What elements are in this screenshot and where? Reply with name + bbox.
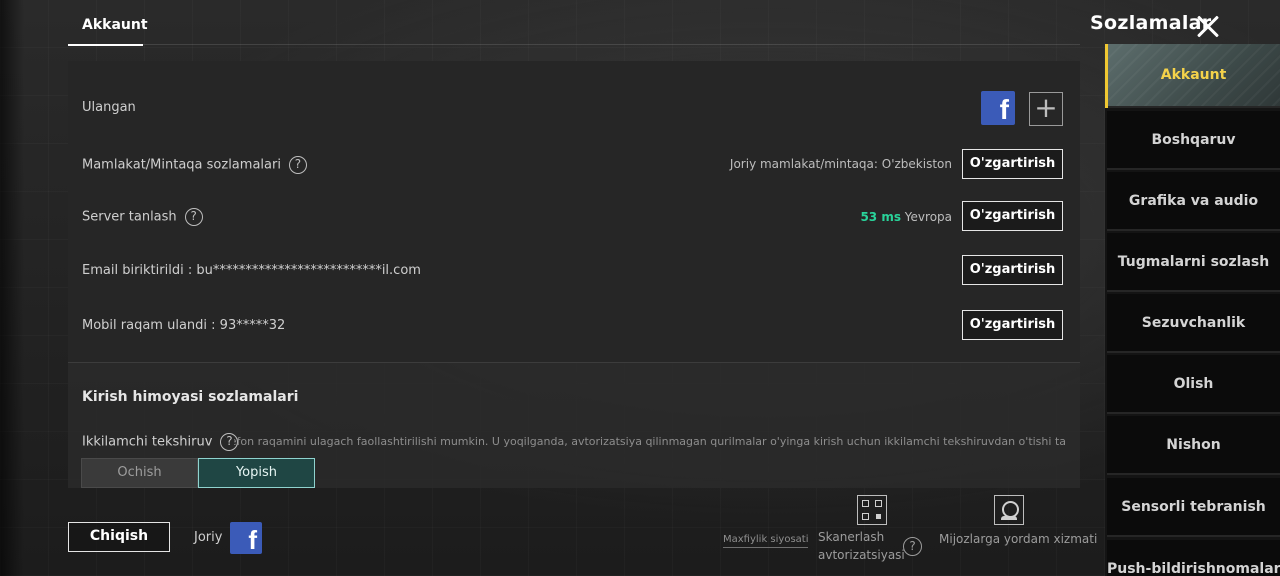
region-row: Mamlakat/Mintaqa sozlamalari?	[82, 156, 307, 174]
nav-item-vibration[interactable]: Sensorli tebranish	[1107, 478, 1280, 537]
facebook-icon: f	[230, 522, 262, 555]
current-account-label: Joriy	[194, 530, 223, 545]
server-row: Server tanlash?	[82, 208, 203, 226]
verify-row: Ikkilamchi tekshiruv?	[82, 433, 239, 451]
toggle-open[interactable]: Ochish	[81, 458, 198, 488]
title-underline	[68, 44, 1080, 46]
qr-scan-icon[interactable]	[857, 495, 887, 525]
scan-label[interactable]: Skanerlash avtorizatsiyasi	[818, 528, 905, 564]
plus-icon[interactable]: +	[1029, 92, 1063, 126]
privacy-link[interactable]: Maxfiylik siyosati	[723, 534, 809, 548]
nav-item-buttons[interactable]: Tugmalarni sozlash	[1107, 233, 1280, 292]
nav-item-graphics-audio[interactable]: Grafika va audio	[1107, 172, 1280, 231]
account-section: Ulangan f + Mamlakat/Mintaqa sozlamalari…	[68, 61, 1080, 363]
phone-change-button[interactable]: O'zgartirish	[962, 310, 1063, 340]
facebook-icon[interactable]: f	[981, 91, 1015, 125]
region-change-button[interactable]: O'zgartirish	[962, 149, 1063, 179]
server-info: 53 ms Yevropa	[860, 210, 952, 224]
nav-item-scope[interactable]: Nishon	[1107, 416, 1280, 475]
page-title: Akkaunt	[82, 17, 148, 33]
nav-item-sensitivity[interactable]: Sezuvchanlik	[1107, 294, 1280, 353]
settings-nav: Akkaunt Boshqaruv Grafika va audio Tugma…	[1105, 44, 1280, 576]
nav-active-indicator	[1105, 44, 1108, 108]
support-label[interactable]: Mijozlarga yordam xizmati	[939, 532, 1097, 546]
linked-label: Ulangan	[82, 100, 136, 115]
nav-item-controls[interactable]: Boshqaruv	[1107, 111, 1280, 170]
phone-label: Mobil raqam ulandi : 93*****32	[82, 318, 286, 333]
verify-label: Ikkilamchi tekshiruv	[82, 434, 213, 450]
login-protection-title: Kirish himoyasi sozlamalari	[82, 389, 299, 405]
server-change-button[interactable]: O'zgartirish	[962, 201, 1063, 231]
support-icon[interactable]	[994, 495, 1024, 525]
nav-item-pickup[interactable]: Olish	[1107, 355, 1280, 414]
server-ping: 53 ms	[860, 210, 901, 224]
logout-button[interactable]: Chiqish	[68, 522, 170, 552]
email-label: Email biriktirildi : bu*****************…	[82, 263, 421, 278]
region-current: Joriy mamlakat/mintaqa: O'zbekiston	[729, 157, 952, 171]
region-label: Mamlakat/Mintaqa sozlamalari	[82, 157, 281, 173]
email-change-button[interactable]: O'zgartirish	[962, 255, 1063, 285]
left-shadow	[0, 0, 24, 576]
help-icon[interactable]: ?	[903, 537, 922, 556]
help-icon[interactable]: ?	[184, 208, 203, 226]
verify-toggle: Ochish Yopish	[81, 458, 316, 488]
help-icon[interactable]: ?	[288, 156, 307, 174]
close-icon[interactable]	[1192, 11, 1222, 41]
verify-description: elefon raqamini ulagach faollashtirilish…	[234, 435, 1066, 448]
server-label: Server tanlash	[82, 209, 177, 225]
toggle-close[interactable]: Yopish	[198, 458, 315, 488]
nav-item-notifications[interactable]: Push-bildirishnomalar	[1107, 540, 1280, 576]
server-name: Yevropa	[904, 210, 952, 224]
main-panel: Ulangan f + Mamlakat/Mintaqa sozlamalari…	[68, 61, 1080, 488]
nav-item-account[interactable]: Akkaunt	[1107, 44, 1280, 108]
